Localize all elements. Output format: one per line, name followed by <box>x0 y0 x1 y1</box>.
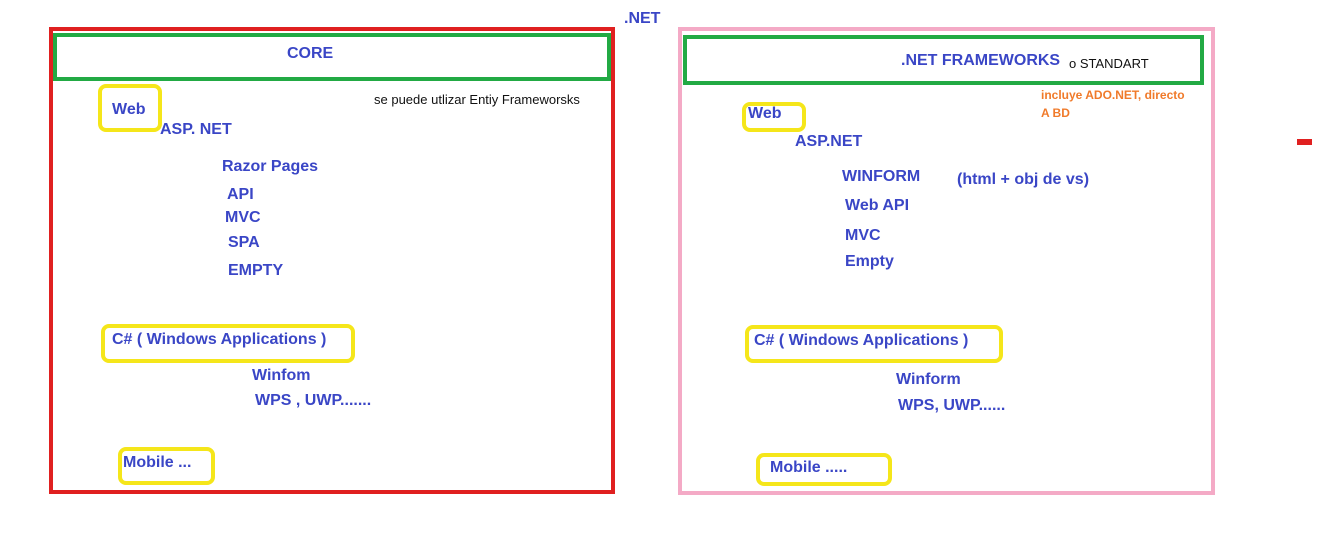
core-item-razor-pages: Razor Pages <box>222 158 319 175</box>
frameworks-mobile-label: Mobile ..... <box>770 459 848 476</box>
frameworks-item-mvc: MVC <box>845 227 881 244</box>
core-item-empty: EMPTY <box>228 262 284 279</box>
frameworks-csharp-label: C# ( Windows Applications ) <box>754 332 969 349</box>
frameworks-winform-note: (html + obj de vs) <box>957 171 1090 188</box>
frameworks-note-line2: A BD <box>1041 106 1070 120</box>
core-web-label: Web <box>112 101 146 118</box>
core-item-mvc: MVC <box>225 209 261 226</box>
frameworks-header-suffix: o STANDART <box>1069 56 1149 71</box>
core-note: se puede utlizar Entiy Frameworsks <box>374 92 580 107</box>
red-dash-mark <box>1297 139 1312 145</box>
core-aspnet-label: ASP. NET <box>160 121 232 138</box>
frameworks-item-winform: WINFORM <box>842 168 921 185</box>
diagram-title: .NET <box>624 10 661 27</box>
core-item-spa: SPA <box>228 234 260 251</box>
frameworks-aspnet-label: ASP.NET <box>795 133 863 150</box>
core-item-wps-uwp: WPS , UWP....... <box>255 392 372 409</box>
frameworks-item-empty: Empty <box>845 253 894 270</box>
frameworks-item-wps-uwp: WPS, UWP...... <box>898 397 1006 414</box>
core-item-api: API <box>227 186 254 203</box>
frameworks-item-winform-2: Winform <box>896 371 961 388</box>
frameworks-header-label: .NET FRAMEWORKS <box>901 52 1061 69</box>
frameworks-web-label: Web <box>748 105 782 122</box>
core-mobile-label: Mobile ... <box>123 454 192 471</box>
core-header-label: CORE <box>287 45 334 62</box>
frameworks-note-line1: incluye ADO.NET, directo <box>1041 88 1185 102</box>
core-csharp-label: C# ( Windows Applications ) <box>112 331 327 348</box>
frameworks-item-web-api: Web API <box>845 197 910 214</box>
core-item-winfom: Winfom <box>252 367 311 384</box>
